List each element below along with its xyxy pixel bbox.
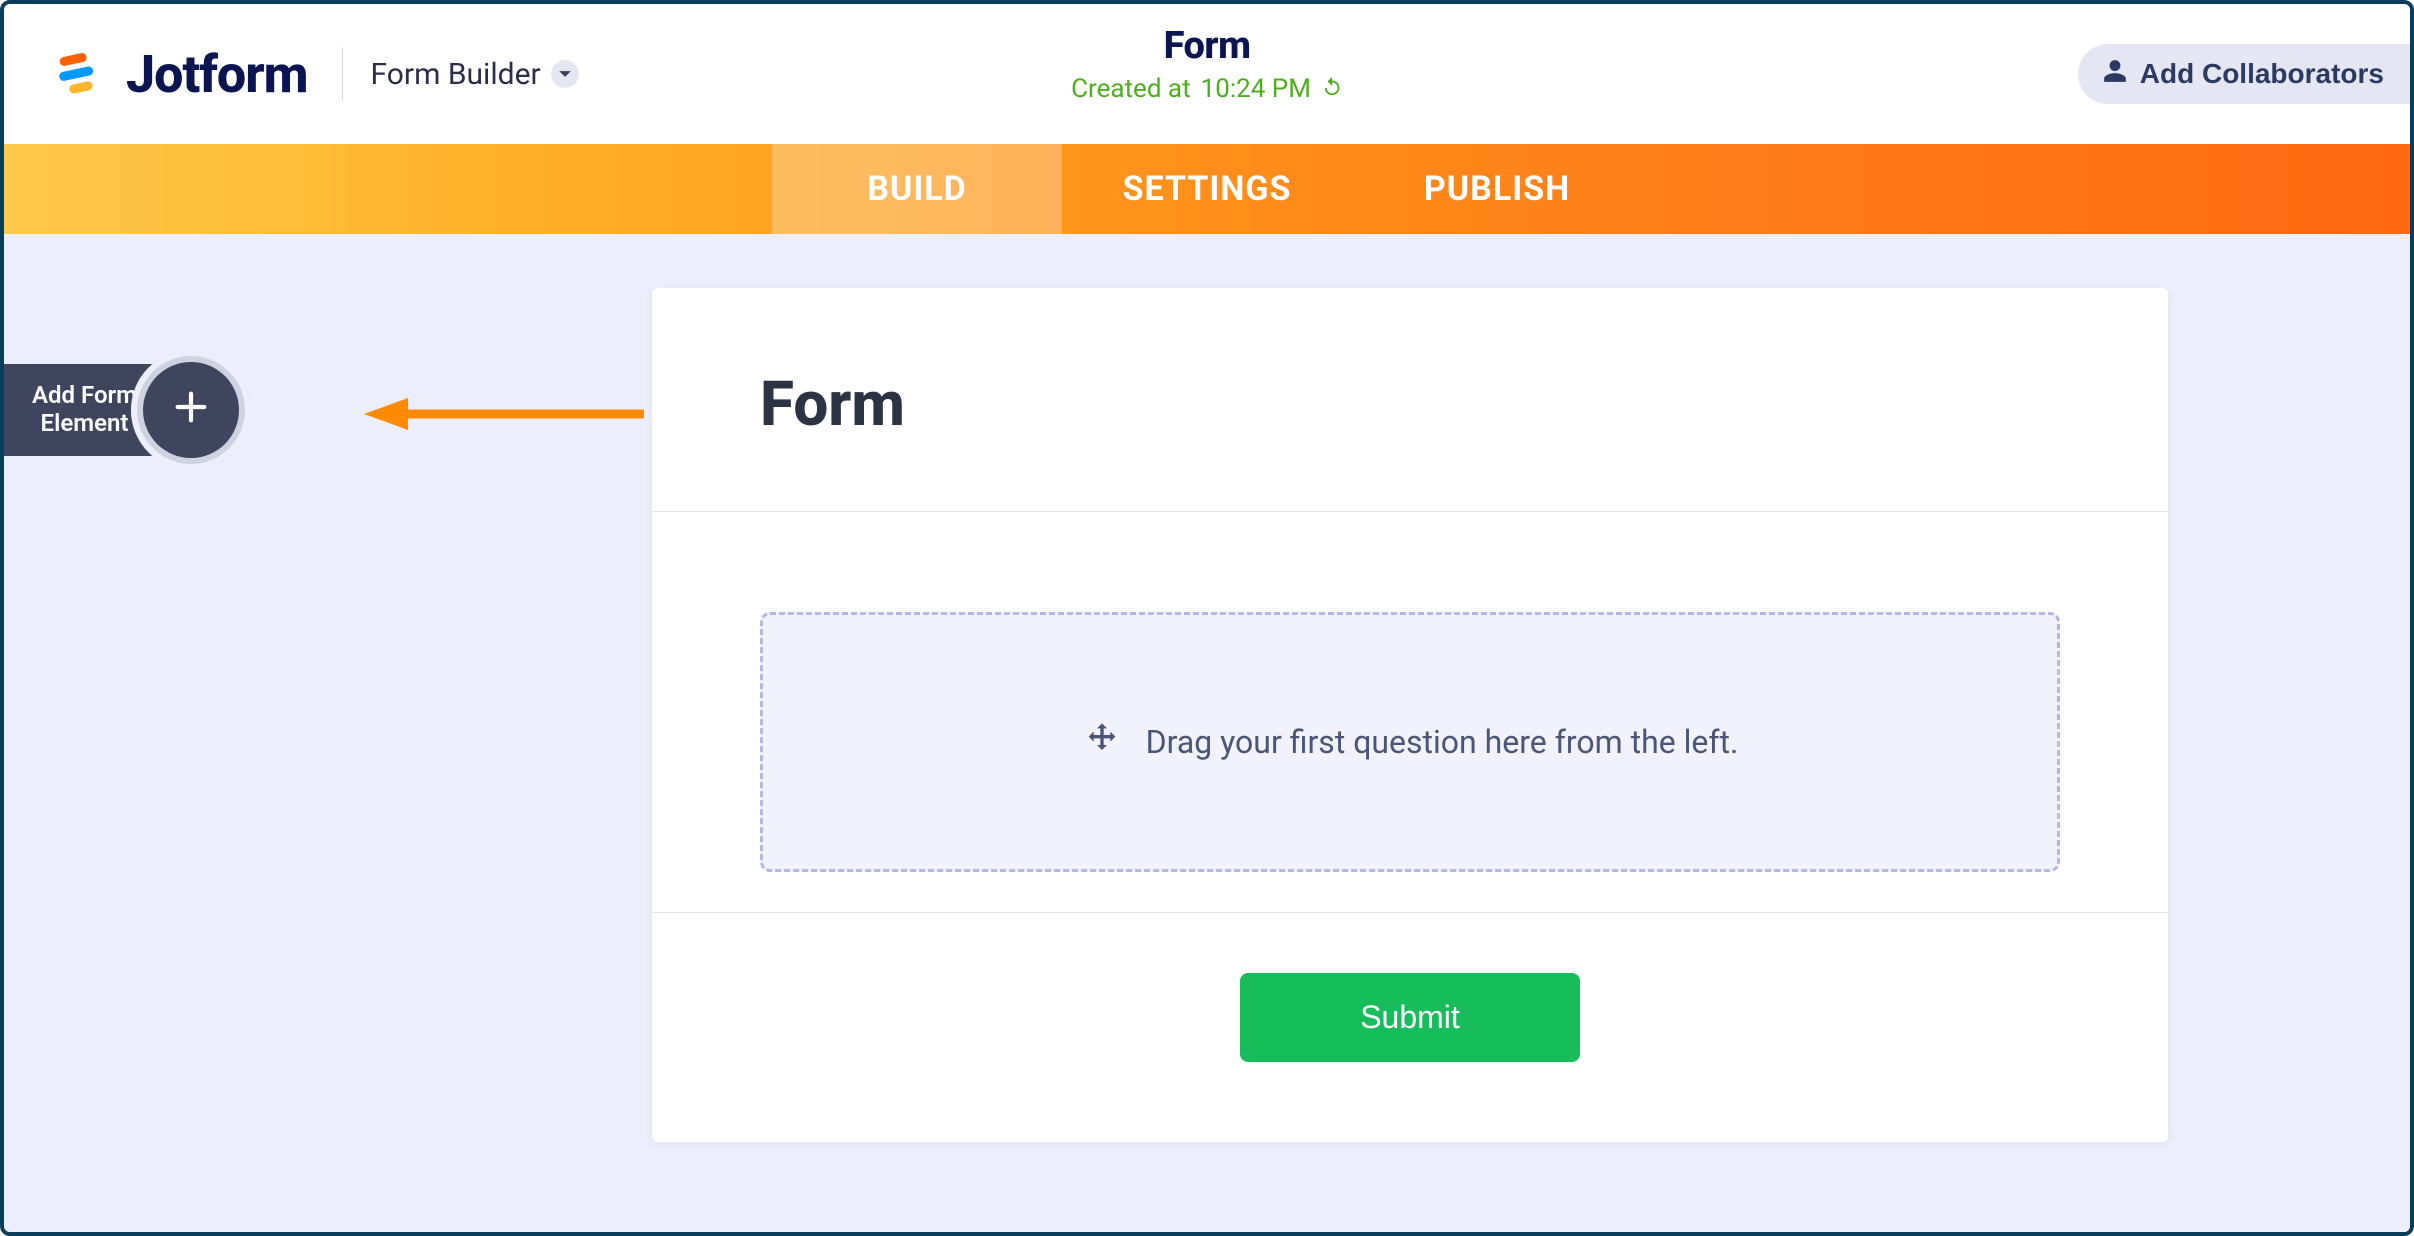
save-status-time: 10:24 PM xyxy=(1201,74,1311,104)
add-form-element-button[interactable]: Add Form Element xyxy=(4,364,195,456)
header-center: Form Created at 10:24 PM xyxy=(1071,24,1343,104)
builder-mode-label: Form Builder xyxy=(371,57,541,92)
revert-icon[interactable] xyxy=(1321,74,1343,104)
form-header-section[interactable]: Form xyxy=(652,288,2168,512)
dropzone-hint: Drag your first question here from the l… xyxy=(1146,723,1739,761)
form-footer-section: Submit xyxy=(652,913,2168,1142)
form-canvas: Form Drag your first question here from … xyxy=(652,288,2168,1142)
form-body-section: Drag your first question here from the l… xyxy=(652,512,2168,913)
chevron-down-icon xyxy=(551,60,579,88)
plus-icon xyxy=(171,387,211,434)
main-tabs: BUILD SETTINGS PUBLISH xyxy=(4,144,2410,234)
tab-settings-label: SETTINGS xyxy=(1123,169,1292,209)
header-divider xyxy=(342,47,343,101)
move-icon xyxy=(1082,720,1122,764)
jotform-logo-icon xyxy=(50,45,108,103)
app-header: Jotform Form Builder Form Created at 10:… xyxy=(4,4,2410,144)
add-element-label-line1: Add Form xyxy=(32,382,137,410)
add-collaborators-label: Add Collaborators xyxy=(2140,58,2384,90)
annotation-arrow xyxy=(364,394,644,434)
builder-mode-select[interactable]: Form Builder xyxy=(371,57,579,92)
form-title: Form xyxy=(760,368,2060,441)
form-name-title[interactable]: Form xyxy=(1071,24,1343,68)
submit-button[interactable]: Submit xyxy=(1240,973,1580,1062)
tab-publish[interactable]: PUBLISH xyxy=(1352,144,1642,234)
save-status: Created at 10:24 PM xyxy=(1071,74,1343,104)
add-collaborators-button[interactable]: Add Collaborators xyxy=(2078,44,2410,104)
user-icon xyxy=(2102,58,2128,91)
submit-button-label: Submit xyxy=(1360,999,1460,1035)
tab-build[interactable]: BUILD xyxy=(772,144,1062,234)
tab-build-label: BUILD xyxy=(867,169,967,209)
add-element-circle xyxy=(131,350,251,470)
tab-publish-label: PUBLISH xyxy=(1424,169,1570,209)
question-dropzone[interactable]: Drag your first question here from the l… xyxy=(760,612,2060,872)
add-element-label-line2: Element xyxy=(41,410,129,438)
save-status-prefix: Created at xyxy=(1071,74,1190,104)
brand-wordmark: Jotform xyxy=(126,44,308,105)
builder-stage: Add Form Element xyxy=(4,234,2410,1232)
tab-settings[interactable]: SETTINGS xyxy=(1062,144,1352,234)
brand-logo[interactable]: Jotform xyxy=(50,44,308,105)
